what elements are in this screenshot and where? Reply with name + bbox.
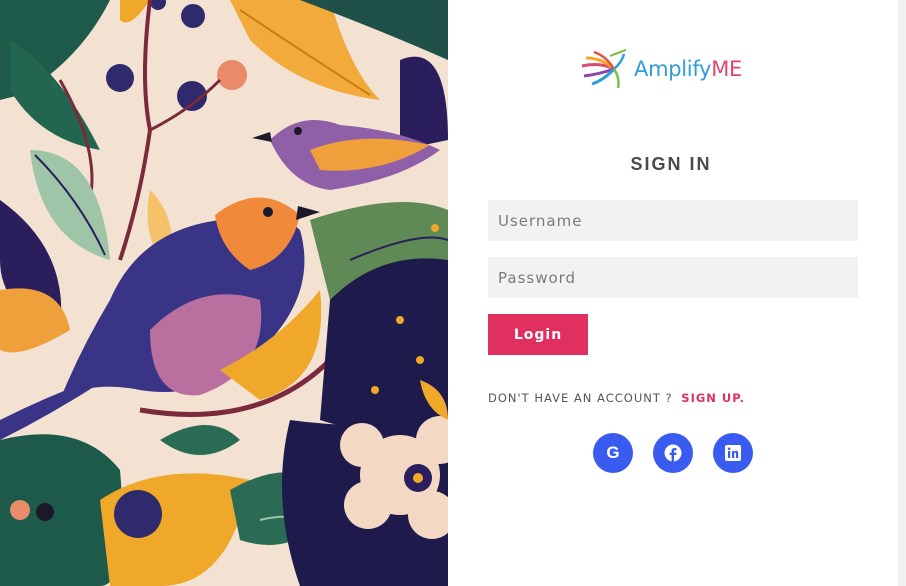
brand-name-main: Amplify: [634, 57, 712, 81]
google-icon: G: [606, 443, 620, 462]
username-input[interactable]: [488, 200, 858, 241]
page-title: SIGN IN: [630, 154, 712, 174]
google-button[interactable]: G: [593, 433, 633, 473]
password-input[interactable]: [488, 257, 858, 298]
facebook-icon: [664, 444, 682, 462]
signin-panel: AmplifyME SIGN IN Login DON'T HAVE AN AC…: [448, 0, 898, 586]
no-account-text: DON'T HAVE AN ACCOUNT ?: [488, 391, 673, 405]
hero-illustration: [0, 0, 448, 586]
signup-prompt: DON'T HAVE AN ACCOUNT ? SIGN UP.: [488, 391, 745, 405]
facebook-button[interactable]: [653, 433, 693, 473]
brand-logo: AmplifyME: [580, 48, 742, 90]
amplify-logo-icon: [581, 49, 627, 89]
linkedin-button[interactable]: [713, 433, 753, 473]
linkedin-icon: [725, 445, 741, 461]
signup-link[interactable]: SIGN UP.: [681, 391, 745, 405]
brand-name-accent: ME: [711, 57, 742, 81]
scrollbar-gutter: [898, 0, 906, 586]
login-button[interactable]: Login: [488, 314, 588, 355]
brand-name: AmplifyME: [634, 57, 742, 81]
